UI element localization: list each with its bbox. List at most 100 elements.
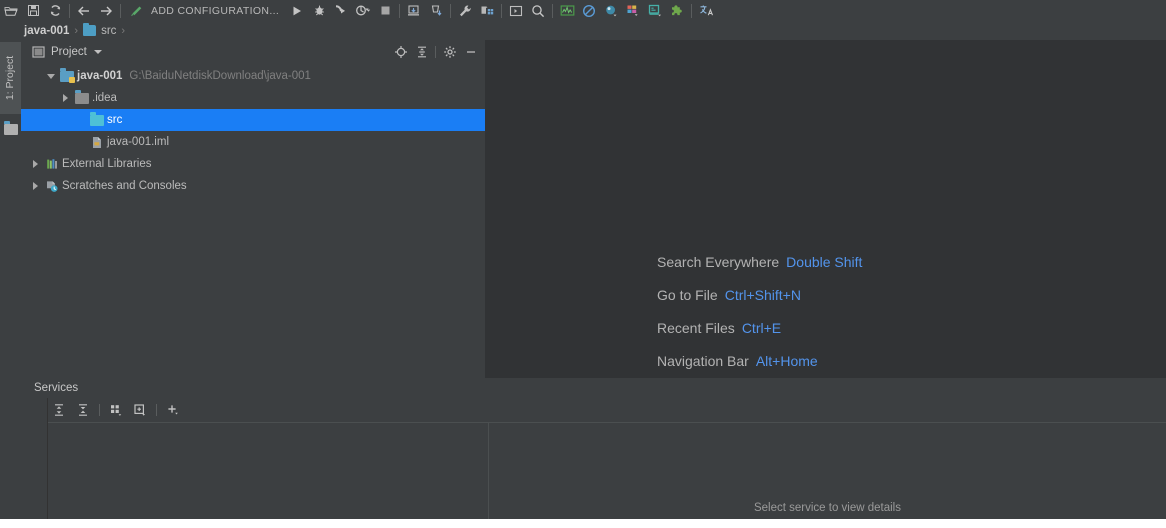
services-toolbar bbox=[47, 398, 187, 422]
screenshot-bottom-strip bbox=[0, 519, 1166, 528]
tree-label: .idea bbox=[92, 92, 117, 104]
folder-icon[interactable] bbox=[0, 120, 21, 138]
database-icon[interactable] bbox=[600, 0, 622, 21]
tree-label: Scratches and Consoles bbox=[62, 180, 187, 192]
hint-navigation-bar: Navigation Bar Alt+Home bbox=[657, 344, 862, 377]
update-project-icon[interactable] bbox=[403, 0, 425, 21]
toolbar-separator bbox=[691, 3, 693, 18]
gear-icon[interactable] bbox=[439, 40, 460, 63]
collapse-all-icon[interactable] bbox=[411, 40, 432, 63]
services-tool-window: Services Select service to view details bbox=[21, 378, 1166, 528]
forward-icon[interactable] bbox=[95, 0, 117, 21]
chart-icon[interactable] bbox=[622, 0, 644, 21]
project-tree: java-001 G:\BaiduNetdiskDownload\java-00… bbox=[21, 65, 485, 378]
project-view-icon bbox=[32, 45, 45, 58]
plugin-icon[interactable] bbox=[666, 0, 688, 21]
navigation-bar: java-001 › src › bbox=[0, 21, 1166, 40]
chevron-right-icon[interactable] bbox=[58, 87, 73, 109]
expand-all-icon[interactable] bbox=[47, 398, 71, 422]
minimize-icon[interactable] bbox=[460, 40, 481, 63]
toolbar-separator bbox=[120, 3, 121, 18]
build-icon[interactable] bbox=[124, 0, 146, 21]
toolbar-separator bbox=[552, 3, 554, 18]
save-all-icon[interactable] bbox=[22, 0, 44, 21]
tree-row-iml[interactable]: java-001.iml bbox=[21, 131, 485, 153]
services-left-gutter bbox=[21, 398, 48, 528]
chevron-right-icon[interactable] bbox=[28, 153, 43, 175]
run-icon[interactable] bbox=[286, 0, 308, 21]
folder-glyph bbox=[3, 121, 18, 135]
hint-go-to-file: Go to File Ctrl+Shift+N bbox=[657, 278, 862, 311]
hint-shortcut: Alt+Home bbox=[755, 352, 818, 369]
tree-label: java-001.iml bbox=[107, 136, 169, 148]
debug-icon[interactable] bbox=[308, 0, 330, 21]
collapse-all-icon[interactable] bbox=[71, 398, 95, 422]
left-tool-strip: 1: Project bbox=[0, 40, 21, 528]
hint-shortcut: Double Shift bbox=[786, 253, 863, 270]
breadcrumb-separator: › bbox=[74, 24, 79, 37]
editor-shortcut-hints: Search Everywhere Double Shift Go to Fil… bbox=[657, 245, 862, 377]
ide-window: ADD CONFIGURATION... java-001 › src › 1:… bbox=[0, 0, 1166, 528]
hint-search-everywhere: Search Everywhere Double Shift bbox=[657, 245, 862, 278]
tree-path: G:\BaiduNetdiskDownload\java-001 bbox=[129, 70, 311, 82]
hint-shortcut: Ctrl+Shift+N bbox=[724, 286, 801, 303]
toolbar-separator bbox=[69, 3, 70, 18]
ui-designer-icon[interactable] bbox=[644, 0, 666, 21]
iml-file-icon bbox=[88, 131, 106, 153]
settings-wrench-icon[interactable] bbox=[454, 0, 476, 21]
sync-icon[interactable] bbox=[44, 0, 66, 21]
group-by-icon[interactable] bbox=[104, 398, 128, 422]
search-icon[interactable] bbox=[527, 0, 549, 21]
sidebar-item-project-label: 1: Project bbox=[4, 55, 17, 101]
tree-row-scratches[interactable]: Scratches and Consoles bbox=[21, 175, 485, 197]
back-icon[interactable] bbox=[73, 0, 95, 21]
services-toolbar-separator bbox=[156, 404, 157, 416]
libraries-icon bbox=[43, 153, 61, 175]
hint-label: Navigation Bar bbox=[657, 352, 749, 369]
add-configuration-icon[interactable] bbox=[128, 398, 152, 422]
run-coverage-icon[interactable] bbox=[330, 0, 352, 21]
breadcrumb-item-project[interactable]: java-001 bbox=[24, 25, 69, 37]
tree-label: src bbox=[107, 114, 123, 126]
source-folder-icon bbox=[88, 109, 106, 131]
tree-row-external-libraries[interactable]: External Libraries bbox=[21, 153, 485, 175]
editor-empty-area: Search Everywhere Double Shift Go to Fil… bbox=[485, 40, 1166, 378]
hint-label: Recent Files bbox=[657, 319, 735, 336]
hint-shortcut: Ctrl+E bbox=[741, 319, 782, 336]
monitor-graph-icon[interactable] bbox=[556, 0, 578, 21]
project-structure-icon[interactable] bbox=[476, 0, 498, 21]
terminal-icon[interactable] bbox=[505, 0, 527, 21]
stop-icon[interactable] bbox=[374, 0, 396, 21]
services-body: Select service to view details bbox=[21, 398, 1166, 528]
profiler-icon[interactable] bbox=[352, 0, 374, 21]
commit-icon[interactable] bbox=[425, 0, 447, 21]
chevron-down-icon[interactable] bbox=[93, 49, 102, 54]
scratches-icon bbox=[43, 175, 61, 197]
tab-services[interactable]: Services bbox=[34, 382, 78, 394]
folder-icon bbox=[83, 23, 97, 36]
project-panel-actions bbox=[390, 40, 481, 63]
translate-icon[interactable] bbox=[695, 0, 717, 21]
header-separator bbox=[435, 45, 436, 58]
tree-row-java-001[interactable]: java-001 G:\BaiduNetdiskDownload\java-00… bbox=[21, 65, 485, 87]
add-configuration-button[interactable]: ADD CONFIGURATION... bbox=[146, 5, 286, 17]
toolbar-separator bbox=[450, 3, 452, 18]
breadcrumb-item-src[interactable]: src bbox=[101, 25, 116, 37]
toolbar-separator bbox=[501, 3, 503, 18]
project-panel-header: Project bbox=[21, 40, 485, 63]
chevron-right-icon[interactable] bbox=[28, 175, 43, 197]
locate-target-icon[interactable] bbox=[390, 40, 411, 63]
tree-row-src[interactable]: src bbox=[21, 109, 485, 131]
hint-label: Search Everywhere bbox=[657, 253, 780, 270]
add-icon[interactable] bbox=[161, 398, 185, 422]
services-tree[interactable] bbox=[48, 423, 489, 528]
chevron-down-icon[interactable] bbox=[43, 65, 58, 87]
module-folder-icon bbox=[58, 65, 76, 87]
sidebar-item-project[interactable]: 1: Project bbox=[0, 42, 21, 114]
open-project-icon[interactable] bbox=[0, 0, 22, 21]
tree-row-idea[interactable]: .idea bbox=[21, 87, 485, 109]
tree-label: External Libraries bbox=[62, 158, 152, 170]
no-entry-icon[interactable] bbox=[578, 0, 600, 21]
